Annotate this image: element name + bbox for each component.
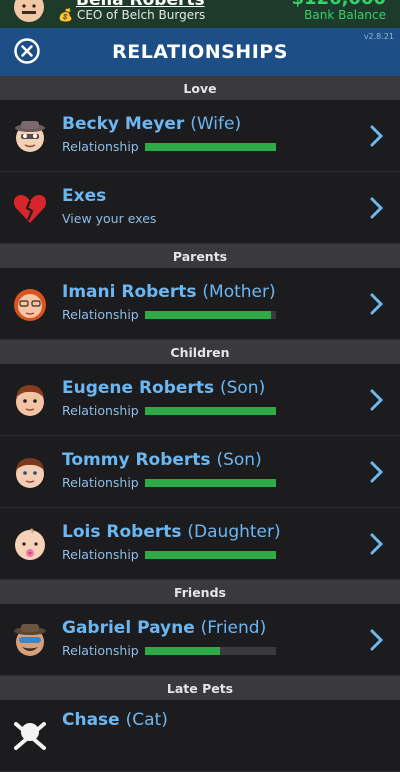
relationship-label: Relationship <box>62 403 139 418</box>
avatar-icon <box>14 289 46 321</box>
relationship-bar <box>145 551 276 559</box>
person-name-text: Lois Roberts <box>62 522 182 542</box>
money-bag-icon: 💰 <box>58 8 73 22</box>
chevron-right-icon <box>370 125 384 147</box>
baby-avatar-icon <box>15 528 45 560</box>
relationship-bar <box>145 647 276 655</box>
broken-heart-icon <box>13 195 47 223</box>
person-name-text: Chase <box>62 710 120 730</box>
chevron-right-icon <box>370 533 384 555</box>
relationship-bar-fill <box>145 311 271 319</box>
person-name-text: Becky Meyer <box>62 114 185 134</box>
close-icon[interactable] <box>14 38 40 64</box>
person-name: Lois Roberts (Daughter) <box>62 522 281 542</box>
chevron-right-icon <box>370 197 384 219</box>
person-name-text: Tommy Roberts <box>62 450 211 470</box>
person-name: Gabriel Payne (Friend) <box>62 618 266 638</box>
exes-subtitle: View your exes <box>62 211 157 226</box>
person-name: Tommy Roberts (Son) <box>62 450 262 470</box>
page-title: RELATIONSHIPS <box>112 41 288 63</box>
section-header-children: Children <box>0 340 400 364</box>
person-name-text: Gabriel Payne <box>62 618 195 638</box>
relationship-bar-fill <box>145 407 276 415</box>
chevron-right-icon <box>370 461 384 483</box>
list-item-lois-roberts[interactable]: Lois Roberts (Daughter) Relationship <box>0 508 400 580</box>
person-name-text: Eugene Roberts <box>62 378 215 398</box>
relationship-label: Relationship <box>62 307 139 322</box>
skull-crossbones-icon <box>14 722 46 750</box>
person-name: Eugene Roberts (Son) <box>62 378 265 398</box>
person-name: Imani Roberts (Mother) <box>62 282 276 302</box>
avatar-icon <box>14 624 46 656</box>
list-item-exes[interactable]: Exes View your exes <box>0 172 400 244</box>
avatar-icon <box>15 121 45 152</box>
status-bar: Bella Roberts 💰CEO of Belch Burgers $126… <box>0 0 400 28</box>
relationship-bar <box>145 479 276 487</box>
person-name: Exes <box>62 186 106 206</box>
relation-label: (Mother) <box>202 282 276 302</box>
relation-label: (Friend) <box>200 618 267 638</box>
person-name: Chase (Cat) <box>62 710 168 730</box>
section-header-friends: Friends <box>0 580 400 604</box>
chevron-right-icon <box>370 389 384 411</box>
list-item-eugene-roberts[interactable]: Eugene Roberts (Son) Relationship <box>0 364 400 436</box>
relation-label: (Cat) <box>125 710 168 730</box>
person-name-text: Imani Roberts <box>62 282 197 302</box>
relationship-label: Relationship <box>62 139 139 154</box>
version-label: v2.8.21 <box>363 32 394 41</box>
relation-label: (Son) <box>216 450 262 470</box>
section-header-love: Love <box>0 76 400 100</box>
avatar-icon <box>16 385 44 416</box>
person-name-text: Exes <box>62 186 107 206</box>
list-item-imani-roberts[interactable]: Imani Roberts (Mother) Relationship <box>0 268 400 340</box>
relationship-bar <box>145 311 276 319</box>
relationship-bar-fill <box>145 143 276 151</box>
page-header: RELATIONSHIPS v2.8.21 <box>0 28 400 76</box>
relationship-bar <box>145 407 276 415</box>
relationship-label: Relationship <box>62 643 139 658</box>
relation-label: (Son) <box>219 378 266 398</box>
relation-label: (Daughter) <box>187 522 281 542</box>
relationship-bar <box>145 143 276 151</box>
list-item-chase[interactable]: Chase (Cat) <box>0 700 400 772</box>
list-item-gabriel-payne[interactable]: Gabriel Payne (Friend) Relationship <box>0 604 400 676</box>
section-header-late-pets: Late Pets <box>0 676 400 700</box>
relationship-bar-fill <box>145 479 276 487</box>
person-name: Becky Meyer (Wife) <box>62 114 241 134</box>
list-item-tommy-roberts[interactable]: Tommy Roberts (Son) Relationship <box>0 436 400 508</box>
section-header-parents: Parents <box>0 244 400 268</box>
avatar-icon <box>16 458 44 488</box>
list-item-becky-meyer[interactable]: Becky Meyer (Wife) Relationship <box>0 100 400 172</box>
relationship-bar-fill <box>145 551 276 559</box>
relationship-label: Relationship <box>62 475 139 490</box>
player-job-text: CEO of Belch Burgers <box>76 8 206 22</box>
chevron-right-icon <box>370 293 384 315</box>
bank-balance-label: Bank Balance <box>304 8 386 22</box>
relation-label: (Wife) <box>190 114 242 134</box>
player-job: 💰 CEO of Belch Burgers <box>58 8 205 22</box>
chevron-right-icon <box>370 629 384 651</box>
player-avatar-icon <box>14 0 44 22</box>
relationship-bar-fill <box>145 647 220 655</box>
relationship-label: Relationship <box>62 547 139 562</box>
